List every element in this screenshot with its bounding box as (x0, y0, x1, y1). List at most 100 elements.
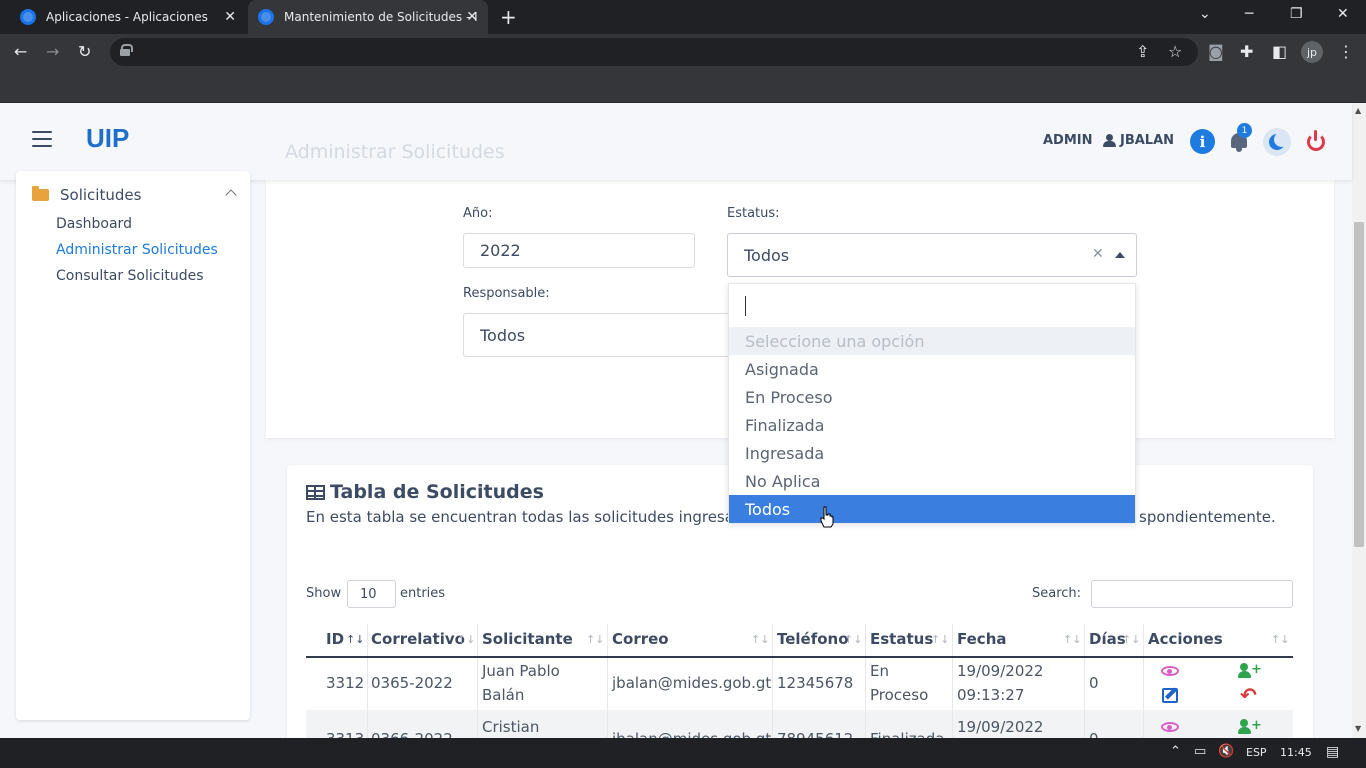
column-header-id[interactable]: ID (326, 630, 344, 648)
sort-icon[interactable]: ↑↓ (586, 633, 604, 646)
close-tab-icon[interactable]: ✕ (224, 9, 236, 25)
edit-icon[interactable] (1162, 688, 1178, 703)
sidebar-item-administrar-solicitudes[interactable]: Administrar Solicitudes (56, 242, 218, 258)
scroll-down-arrow-icon[interactable]: ▼ (1355, 724, 1361, 733)
status-label: Estatus: (727, 206, 780, 221)
browser-tab-mantenimiento[interactable]: Mantenimiento de Solicitudes - I ✕ (248, 0, 488, 34)
responsible-label: Responsable: (463, 286, 550, 301)
sidebar-item-dashboard[interactable]: Dashboard (56, 216, 132, 232)
column-header-correlativo[interactable]: Correlativo (371, 630, 465, 648)
sidebar-item-consultar-solicitudes[interactable]: Consultar Solicitudes (56, 268, 204, 284)
column-header-correo[interactable]: Correo (612, 630, 669, 648)
cell-correo: jbalan@mides.gob.gt (612, 674, 772, 692)
column-header-acciones[interactable]: Acciones (1148, 630, 1223, 648)
browser-tab-aplicaciones[interactable]: Aplicaciones - Aplicaciones ✕ (10, 0, 246, 34)
tab-search-chevron-icon[interactable]: ⌄ (1199, 6, 1211, 22)
column-header-fecha[interactable]: Fecha (957, 630, 1007, 648)
status-dropdown: Seleccione una opción Asignada En Proces… (728, 283, 1136, 523)
column-divider (1084, 624, 1085, 744)
camera-icon[interactable]: ◙ (1208, 42, 1224, 61)
cell-dias: 0 (1089, 674, 1099, 692)
column-header-estatus[interactable]: Estatus (870, 630, 933, 648)
info-button[interactable]: i (1190, 129, 1215, 154)
sort-icon[interactable]: ↑↓ (346, 633, 364, 646)
bookmark-star-icon[interactable]: ☆ (1168, 42, 1182, 61)
sidebar: Solicitudes Dashboard Administrar Solici… (16, 171, 250, 720)
hand-cursor-icon (820, 506, 834, 528)
search-label: Search: (1032, 586, 1082, 601)
view-eye-icon[interactable] (1161, 666, 1179, 676)
dropdown-search-input[interactable] (729, 284, 1135, 328)
dropdown-option-todos[interactable]: Todos (729, 495, 1135, 523)
address-bar[interactable] (110, 38, 1198, 66)
language-indicator[interactable]: ESP (1246, 746, 1267, 759)
tab-title: Mantenimiento de Solicitudes - I (284, 10, 478, 24)
reload-icon[interactable]: ↻ (78, 42, 91, 61)
column-header-dias[interactable]: Días (1089, 630, 1126, 648)
sort-icon[interactable]: ↑↓ (751, 633, 769, 646)
os-taskbar: ⌃ ▭ 🔇 ESP 11:45 ▤ (0, 738, 1366, 768)
sort-icon[interactable]: ↑↓ (457, 633, 475, 646)
sidebar-group-solicitudes[interactable]: Solicitudes (60, 186, 141, 204)
column-header-telefono[interactable]: Teléfono (777, 630, 849, 648)
show-label: Show (306, 586, 342, 601)
brand-logo[interactable]: UIP (86, 123, 129, 154)
view-eye-icon[interactable] (1161, 722, 1179, 732)
status-select[interactable]: Todos (727, 233, 1137, 277)
extensions-icon[interactable]: ✚ (1240, 42, 1253, 61)
forward-icon[interactable]: → (46, 42, 59, 61)
entries-select[interactable]: 10 (347, 580, 396, 608)
menu-toggle-icon[interactable] (32, 131, 52, 147)
browser-menu-icon[interactable]: ⋮ (1338, 42, 1354, 61)
dark-mode-toggle-icon[interactable] (1263, 128, 1291, 156)
dropdown-option-placeholder[interactable]: Seleccione una opción (729, 327, 1135, 355)
notification-center-icon[interactable]: ▤ (1326, 744, 1339, 760)
sort-icon[interactable]: ↑↓ (1063, 633, 1081, 646)
profile-avatar[interactable]: jp (1301, 41, 1323, 63)
sort-icon[interactable]: ↑↓ (931, 633, 949, 646)
scrollbar-thumb[interactable] (1354, 222, 1364, 547)
share-icon[interactable]: ⇪ (1136, 42, 1149, 61)
sort-icon[interactable]: ↑↓ (1271, 633, 1289, 646)
dropdown-arrow-up-icon[interactable] (1115, 252, 1125, 258)
column-divider (865, 624, 866, 744)
dropdown-option-no-aplica[interactable]: No Aplica (729, 467, 1135, 495)
username: JBALAN (1120, 133, 1175, 148)
clear-selection-icon[interactable]: ✕ (1092, 246, 1104, 262)
cell-fecha: 19/09/2022 09:13:27 (957, 662, 1044, 704)
year-input[interactable]: 2022 (463, 233, 695, 268)
chevron-up-icon[interactable] (225, 189, 237, 201)
dropdown-option-asignada[interactable]: Asignada (729, 355, 1135, 383)
site-favicon-icon (258, 9, 274, 25)
sort-icon[interactable]: ↑↓ (1122, 633, 1140, 646)
side-panel-icon[interactable]: ◧ (1272, 42, 1287, 61)
responsible-select[interactable]: Todos (463, 313, 763, 357)
restore-icon[interactable]: ❐ (1290, 6, 1303, 22)
scroll-up-arrow-icon[interactable]: ▲ (1355, 106, 1361, 115)
volume-muted-icon[interactable]: 🔇 (1218, 744, 1234, 759)
column-header-solicitante[interactable]: Solicitante (482, 630, 573, 648)
user-menu[interactable]: JBALAN (1103, 133, 1174, 148)
table-header-divider (306, 656, 1293, 658)
cell-telefono: 12345678 (777, 674, 854, 692)
network-icon[interactable]: ▭ (1194, 744, 1206, 759)
page-title: Administrar Solicitudes (285, 141, 505, 163)
dropdown-option-ingresada[interactable]: Ingresada (729, 439, 1135, 467)
sort-icon[interactable]: ↑↓ (844, 633, 862, 646)
minimize-icon[interactable]: ─ (1245, 6, 1253, 22)
dropdown-option-en-proceso[interactable]: En Proceso (729, 383, 1135, 411)
logout-power-icon[interactable] (1305, 130, 1327, 152)
tab-title: Aplicaciones - Aplicaciones (46, 10, 208, 24)
return-arrow-icon[interactable]: ↶ (1240, 683, 1257, 707)
table-description-end: spondientemente. (1139, 508, 1276, 526)
role-label: ADMIN (1043, 133, 1093, 148)
dropdown-option-finalizada[interactable]: Finalizada (729, 411, 1135, 439)
clock[interactable]: 11:45 (1280, 746, 1312, 759)
new-tab-icon[interactable]: + (500, 5, 517, 29)
table-search-input[interactable] (1091, 580, 1293, 608)
back-icon[interactable]: ← (14, 42, 27, 61)
column-divider (477, 624, 478, 744)
close-tab-icon[interactable]: ✕ (466, 9, 478, 25)
tray-chevron-up-icon[interactable]: ⌃ (1170, 744, 1181, 759)
window-close-icon[interactable]: ✕ (1337, 6, 1349, 22)
